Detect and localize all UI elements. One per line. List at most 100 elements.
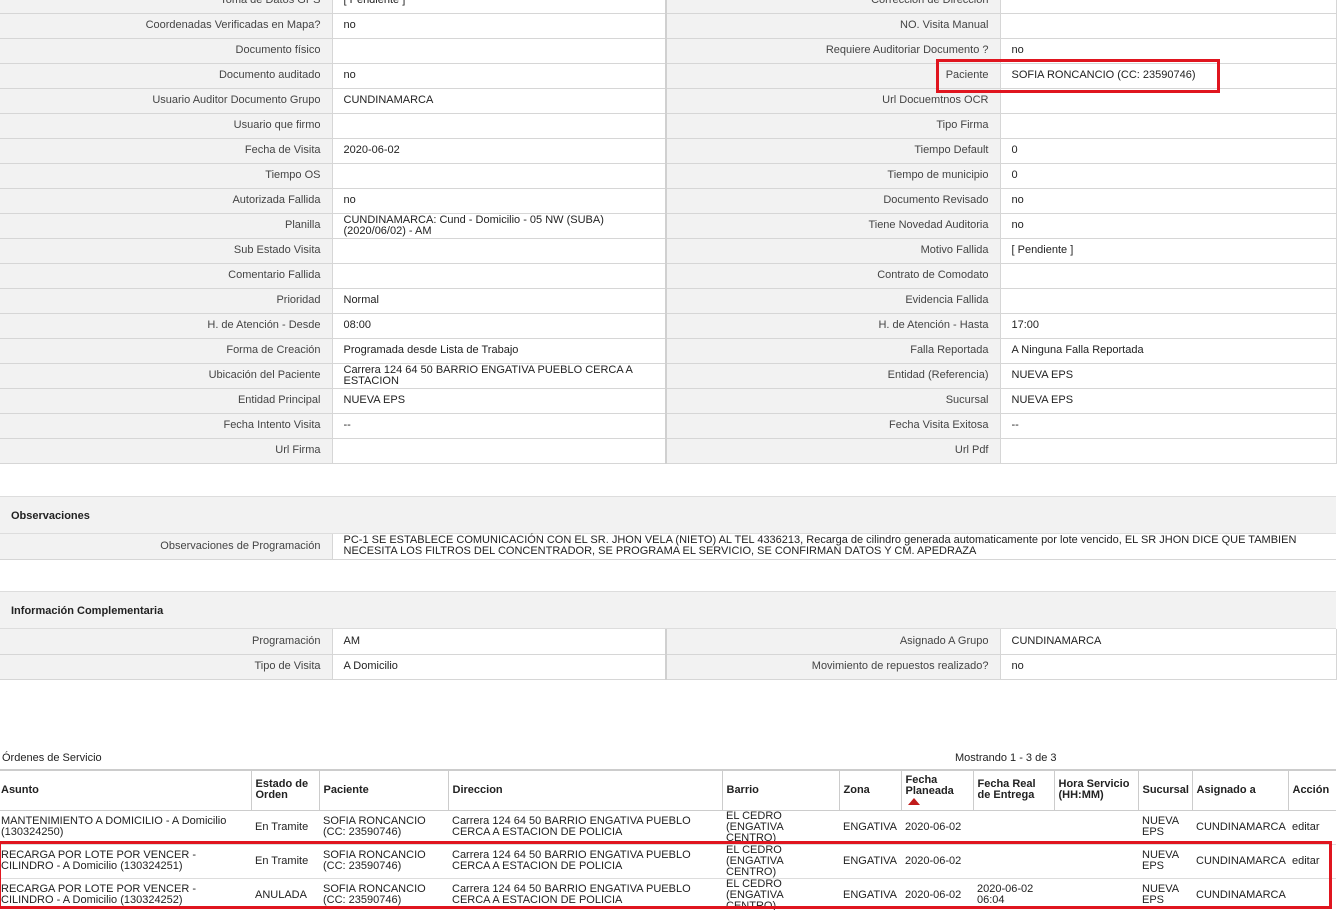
observaciones-row: Observaciones de Programación PC-1 SE ES… — [0, 534, 1336, 560]
order-cell-hora-servicio — [1054, 878, 1138, 910]
detail-row: Tiempo OS Tiempo de municipio 0 — [0, 163, 1337, 189]
col-header-asunto[interactable]: Asunto — [0, 769, 251, 811]
col-header-label: Sucursal — [1142, 783, 1189, 796]
col-header-hora-servicio[interactable]: Hora Servicio (HH:MM) — [1053, 769, 1138, 811]
field-value: no — [332, 188, 667, 214]
field-label: Documento Revisado — [666, 188, 1001, 214]
col-header-sucursal[interactable]: Sucursal — [1137, 769, 1192, 811]
order-cell-sucursal: NUEVA EPS — [1138, 844, 1192, 879]
order-cell-hora-servicio — [1054, 810, 1138, 845]
field-label: Falla Reportada — [666, 338, 1001, 364]
col-header-asignado[interactable]: Asignado a — [1191, 769, 1288, 811]
order-cell-estado: En Tramite — [251, 810, 319, 845]
field-label: Planilla — [0, 213, 333, 239]
field-value — [332, 163, 667, 189]
field-label: Usuario que firmo — [0, 113, 333, 139]
field-value: no — [1000, 654, 1337, 680]
field-label: Programación — [0, 629, 333, 655]
col-header-fecha-real[interactable]: Fecha Real de Entrega — [972, 769, 1054, 811]
order-cell-sucursal: NUEVA EPS — [1138, 878, 1192, 910]
order-cell-hora-servicio — [1054, 844, 1138, 879]
sort-ascending-icon[interactable] — [907, 798, 920, 806]
field-label: Url Pdf — [666, 438, 1001, 464]
field-label: Ubicación del Paciente — [0, 363, 333, 389]
order-row: RECARGA POR LOTE POR VENCER - CILINDRO -… — [0, 844, 1336, 879]
order-cell-direccion: Carrera 124 64 50 BARRIO ENGATIVA PUEBLO… — [448, 810, 722, 845]
field-value: no — [1000, 213, 1337, 239]
field-label: Url Docuemtnos OCR — [666, 88, 1001, 114]
detail-row: Documento auditado no Paciente SOFIA RONCAN… — [0, 63, 1337, 89]
detail-row: Toma de Datos GPS[ Pendiente ]Corrección… — [0, 0, 1337, 14]
field-label: Motivo Fallida — [666, 238, 1001, 264]
order-cell-paciente: SOFIA RONCANCIO (CC: 23590746) — [319, 810, 448, 845]
field-label: Entidad (Referencia) — [666, 363, 1001, 389]
field-label: Comentario Fallida — [0, 263, 333, 289]
field-value — [1000, 13, 1337, 39]
col-header-label: Hora Servicio (HH:MM) — [1058, 778, 1130, 802]
order-cell-asignado: CUNDINAMARCA — [1192, 844, 1288, 879]
order-cell-fecha-planeada: 2020-06-02 — [901, 844, 973, 879]
field-label: Entidad Principal — [0, 388, 333, 414]
detail-row: Ubicación del Paciente Carrera 124 64 50 … — [0, 363, 1337, 389]
order-cell-accion — [1288, 878, 1336, 910]
col-header-direccion[interactable]: Direccion — [447, 769, 722, 811]
field-label: Forma de Creación — [0, 338, 333, 364]
field-label: H. de Atención - Desde — [0, 313, 333, 339]
detail-row: Url Firma Url Pdf — [0, 438, 1337, 464]
order-cell-asignado: CUNDINAMARCA — [1192, 810, 1288, 845]
col-header-fecha-planeada[interactable]: Fecha Planeada — [900, 769, 973, 811]
detail-row: Entidad Principal NUEVA EPS Sucursal NUEVA … — [0, 388, 1337, 414]
field-label: Fecha de Visita — [0, 138, 333, 164]
col-header-paciente[interactable]: Paciente — [318, 769, 448, 811]
field-label: Corrección de Dirección — [666, 0, 1001, 14]
order-cell-zona: ENGATIVA — [839, 844, 901, 879]
order-cell-estado: En Tramite — [251, 844, 319, 879]
detail-row: Fecha de Visita 2020-06-02 Tiempo Default 0 — [0, 138, 1337, 164]
order-cell-accion: editar — [1288, 810, 1336, 845]
edit-link[interactable]: editar — [1292, 821, 1320, 833]
visit-details-table: Toma de Datos GPS[ Pendiente ]Corrección… — [0, 0, 1337, 464]
detail-row: Prioridad Normal Evidencia Fallida — [0, 288, 1337, 314]
field-value: no — [332, 13, 667, 39]
order-cell-paciente: SOFIA RONCANCIO (CC: 23590746) — [319, 844, 448, 879]
field-label: Documento físico — [0, 38, 333, 64]
field-label: Contrato de Comodato — [666, 263, 1001, 289]
field-value: no — [332, 63, 667, 89]
field-label: Tiempo de municipio — [666, 163, 1001, 189]
detail-row: H. de Atención - Desde 08:00 H. de Atenció… — [0, 313, 1337, 339]
col-header-zona[interactable]: Zona — [838, 769, 901, 811]
field-label: Evidencia Fallida — [666, 288, 1001, 314]
field-value: A Domicilio — [332, 654, 667, 680]
edit-link[interactable]: editar — [1292, 855, 1320, 867]
field-value: [ Pendiente ] — [332, 0, 667, 14]
detail-row: Autorizada Fallida no Documento Revisado no — [0, 188, 1337, 214]
field-value: Programada desde Lista de Trabajo — [332, 338, 667, 364]
field-label: Paciente — [666, 63, 1001, 89]
order-cell-zona: ENGATIVA — [839, 878, 901, 910]
field-label: Tipo Firma — [666, 113, 1001, 139]
field-label: Autorizada Fallida — [0, 188, 333, 214]
field-label: NO. Visita Manual — [666, 13, 1001, 39]
complementaria-table: Programación AM Asignado A Grupo CUNDINAMAR… — [0, 629, 1337, 680]
col-header-estado[interactable]: Estado de Orden — [250, 769, 319, 811]
col-header-accion[interactable]: Acción — [1287, 769, 1336, 811]
field-value: NUEVA EPS — [332, 388, 667, 414]
col-header-label: Direccion — [452, 783, 503, 796]
field-label: Movimiento de repuestos realizado? — [666, 654, 1001, 680]
field-value: [ Pendiente ] — [1000, 238, 1337, 264]
observaciones-label: Observaciones de Programación — [0, 534, 333, 560]
col-header-barrio[interactable]: Barrio — [721, 769, 839, 811]
observaciones-table: Observaciones de Programación PC-1 SE ES… — [0, 534, 1336, 560]
field-value — [1000, 288, 1337, 314]
field-value: -- — [1000, 413, 1337, 439]
field-value: CUNDINAMARCA: Cund - Domicilio - 05 NW (… — [332, 213, 667, 239]
detail-row: Documento físico Requiere Auditoriar Docu… — [0, 38, 1337, 64]
order-cell-estado: ANULADA — [251, 878, 319, 910]
detail-row: Forma de Creación Programada desde Lista … — [0, 338, 1337, 364]
detail-row: Fecha Intento Visita -- Fecha Visita Exito… — [0, 413, 1337, 439]
col-header-label: Estado de Orden — [255, 778, 309, 802]
detail-row: Usuario que firmo Tipo Firma — [0, 113, 1337, 139]
ordenes-title: Órdenes de Servicio — [2, 752, 102, 764]
field-value — [1000, 113, 1337, 139]
field-label: Asignado A Grupo — [666, 629, 1001, 655]
